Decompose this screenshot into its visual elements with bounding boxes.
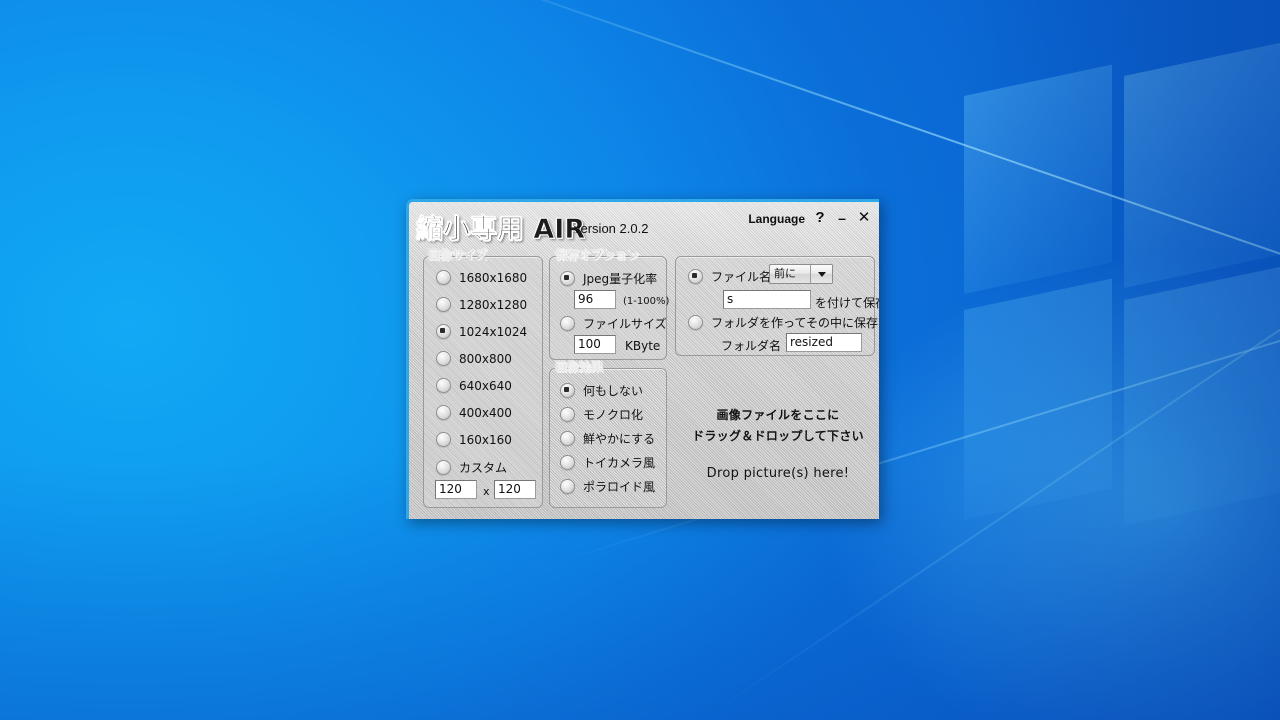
radio-indicator [436, 270, 451, 285]
file-dropzone[interactable]: 画像ファイルをここに ドラッグ＆ドロップして下さい Drop picture(s… [675, 374, 879, 500]
size-option-400[interactable]: 400x400 [436, 405, 512, 420]
chevron-down-icon [817, 271, 826, 277]
radio-indicator [560, 407, 575, 422]
radio-indicator [560, 479, 575, 494]
application-window: 縮小専用 AIR version 2.0.2 Language ? – ✕ 画像… [406, 199, 879, 519]
wallpaper-pane-top-right [1124, 38, 1280, 289]
size-option-label: 1024x1024 [459, 324, 528, 339]
custom-height-input[interactable]: 120 [494, 480, 536, 499]
size-option-label: 640x640 [459, 378, 512, 393]
effect-option-label: 鮮やかにする [583, 432, 656, 446]
size-option-1680[interactable]: 1680x1680 [436, 270, 527, 285]
size-option-label: 400x400 [459, 405, 512, 420]
size-option-label: 1280x1280 [459, 297, 528, 312]
radio-indicator [560, 316, 575, 331]
save-options-group: Jpeg量子化率 96 (1-100%) ファイルサイズ 100 KByte [549, 256, 670, 360]
effect-option-monochrome[interactable]: モノクロ化 [560, 406, 643, 423]
radio-indicator [688, 315, 703, 330]
wallpaper-right-shade [960, 0, 1280, 720]
size-option-label: 1680x1680 [459, 270, 528, 285]
help-button[interactable]: ? [813, 210, 827, 226]
image-size-group-title: 画像サイズ [428, 248, 488, 262]
size-option-label: カスタム [459, 461, 508, 475]
folder-name-label: フォルダ名 [721, 339, 782, 353]
file-size-unit-label: KByte [625, 339, 661, 353]
jpeg-quality-input[interactable]: 96 [574, 290, 616, 309]
effect-option-none[interactable]: 何もしない [560, 382, 643, 399]
radio-indicator [436, 324, 451, 339]
radio-indicator [560, 455, 575, 470]
app-logo: 縮小専用 AIR [416, 214, 586, 246]
wallpaper-pane-top-left [964, 64, 1112, 294]
save-options-group-title: 保存オプション [555, 248, 640, 262]
dropzone-jp-line-1: 画像ファイルをここに [716, 408, 840, 422]
create-folder-label: フォルダを作ってその中に保存 [711, 316, 879, 330]
jpeg-quality-option[interactable]: Jpeg量子化率 [560, 270, 657, 287]
image-effects-group-title: 画像効果 [555, 360, 604, 374]
size-option-800[interactable]: 800x800 [436, 351, 512, 366]
dropzone-en-line: Drop picture(s) here! [706, 466, 850, 481]
jpeg-quality-hint: (1-100%) [623, 296, 670, 307]
image-size-group: 1680x1680 1280x1280 1024x1024 800x800 64… [423, 256, 543, 508]
radio-indicator [436, 432, 451, 447]
file-size-input[interactable]: 100 [574, 335, 616, 354]
radio-indicator [436, 460, 451, 475]
prefix-position-value: 前に [774, 267, 796, 280]
language-button[interactable]: Language [748, 212, 805, 226]
radio-indicator [436, 297, 451, 312]
effect-option-label: モノクロ化 [583, 408, 644, 422]
minimize-button[interactable]: – [835, 210, 849, 226]
radio-indicator [436, 378, 451, 393]
dropzone-jp-line-2: ドラッグ＆ドロップして下さい [692, 429, 864, 443]
dropdown-arrow-button[interactable] [810, 265, 832, 283]
prefix-suffix-label: を付けて保存 [815, 296, 879, 310]
file-size-option[interactable]: ファイルサイズ [560, 315, 667, 332]
radio-indicator [688, 269, 703, 284]
radio-indicator [560, 383, 575, 398]
effect-option-label: トイカメラ風 [583, 456, 656, 470]
titlebar[interactable]: 縮小専用 AIR version 2.0.2 Language ? – ✕ [409, 202, 879, 246]
jpeg-quality-label: Jpeg量子化率 [583, 272, 658, 286]
wallpaper-pane-bottom-left [964, 278, 1112, 520]
size-option-160[interactable]: 160x160 [436, 432, 512, 447]
wallpaper-glow [820, 250, 1280, 720]
custom-size-separator: x [483, 485, 490, 498]
prefix-text-input[interactable]: s [723, 290, 811, 309]
radio-indicator [560, 431, 575, 446]
effect-option-polaroid[interactable]: ポラロイド風 [560, 478, 655, 495]
wallpaper-pane-bottom-right [1124, 262, 1280, 526]
app-version-label: version 2.0.2 [574, 221, 649, 236]
effect-option-label: 何もしない [583, 384, 644, 398]
size-option-1024[interactable]: 1024x1024 [436, 324, 527, 339]
create-folder-option[interactable]: フォルダを作ってその中に保存 [688, 314, 878, 331]
size-option-640[interactable]: 640x640 [436, 378, 512, 393]
application-window-body: 縮小専用 AIR version 2.0.2 Language ? – ✕ 画像… [409, 202, 879, 519]
effect-option-label: ポラロイド風 [583, 480, 656, 494]
folder-name-input[interactable]: resized [786, 333, 862, 352]
radio-indicator [436, 405, 451, 420]
image-effects-group: 何もしない モノクロ化 鮮やかにする トイカメラ風 ポラロイド風 [549, 368, 667, 508]
size-option-label: 800x800 [459, 351, 512, 366]
effect-option-toy-camera[interactable]: トイカメラ風 [560, 454, 655, 471]
size-option-1280[interactable]: 1280x1280 [436, 297, 527, 312]
size-option-label: 160x160 [459, 432, 512, 447]
radio-indicator [560, 271, 575, 286]
radio-indicator [436, 351, 451, 366]
size-option-custom[interactable]: カスタム [436, 459, 507, 476]
close-button[interactable]: ✕ [857, 210, 871, 226]
effect-option-vivid[interactable]: 鮮やかにする [560, 430, 655, 447]
custom-width-input[interactable]: 120 [435, 480, 477, 499]
prefix-position-dropdown[interactable]: 前に [769, 264, 833, 284]
file-size-label: ファイルサイズ [583, 317, 667, 331]
